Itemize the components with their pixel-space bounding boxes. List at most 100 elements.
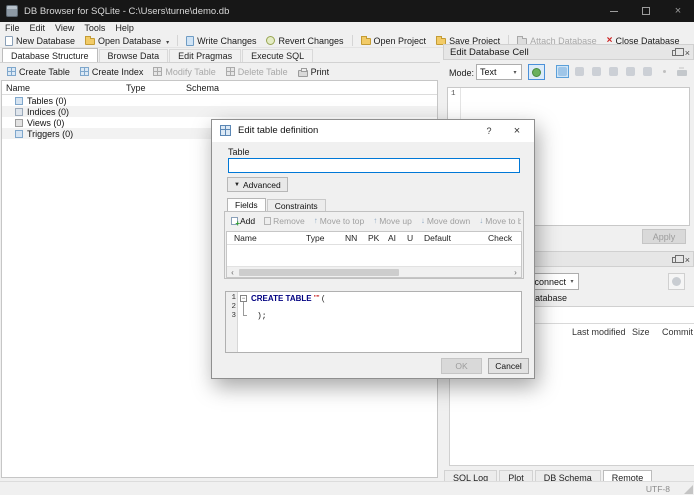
- tree-column-type[interactable]: Type: [126, 83, 146, 93]
- column-pk[interactable]: PK: [368, 233, 379, 243]
- open-database-dropdown-icon[interactable]: ▾: [166, 39, 169, 46]
- new-database-button[interactable]: New Database: [0, 34, 80, 48]
- auto-apply-icon: [532, 67, 541, 77]
- ok-button[interactable]: OK: [441, 358, 482, 374]
- minimize-button[interactable]: [598, 0, 630, 22]
- create-index-button[interactable]: Create Index: [75, 65, 149, 79]
- print-cell-button[interactable]: [675, 65, 688, 78]
- sql-line-1: CREATE TABLE "" (: [251, 294, 325, 303]
- edit-cell-panel-header[interactable]: Edit Database Cell ×: [443, 44, 694, 60]
- modify-table-button[interactable]: Modify Table: [148, 65, 220, 79]
- scrollbar-thumb[interactable]: [239, 269, 399, 276]
- rtl-text-button[interactable]: [573, 65, 586, 78]
- toolbar-separator: [351, 35, 353, 46]
- open-database-icon: [85, 36, 96, 45]
- write-changes-button[interactable]: Write Changes: [181, 34, 261, 48]
- close-panel-icon[interactable]: ×: [685, 255, 690, 265]
- tree-column-schema[interactable]: Schema: [186, 83, 219, 93]
- move-up-button[interactable]: ↑ Move up: [373, 216, 412, 226]
- menu-help[interactable]: Help: [110, 23, 139, 33]
- dialog-title-bar[interactable]: Edit table definition ? ×: [212, 120, 534, 142]
- menu-file[interactable]: File: [0, 23, 25, 33]
- float-panel-icon[interactable]: [671, 255, 684, 263]
- menu-edit[interactable]: Edit: [25, 23, 51, 33]
- mode-select[interactable]: Text ▾: [476, 64, 522, 80]
- column-name[interactable]: Name: [234, 233, 257, 243]
- revert-changes-button[interactable]: Revert Changes: [261, 34, 348, 48]
- import-file-button[interactable]: [590, 65, 603, 78]
- views-icon: [15, 118, 23, 127]
- remove-field-button[interactable]: Remove: [264, 216, 305, 226]
- tab-execute-sql[interactable]: Execute SQL: [242, 49, 314, 62]
- print-button[interactable]: Print: [293, 65, 335, 79]
- create-index-icon: [79, 67, 89, 76]
- column-check[interactable]: Check: [488, 233, 512, 243]
- menu-view[interactable]: View: [50, 23, 79, 33]
- tab-edit-pragmas[interactable]: Edit Pragmas: [169, 49, 242, 62]
- printer-icon: [676, 66, 687, 76]
- create-table-button[interactable]: Create Table: [2, 65, 75, 79]
- auto-apply-toggle[interactable]: [528, 64, 545, 80]
- null-icon: [663, 70, 666, 73]
- scroll-right-icon[interactable]: ›: [510, 267, 521, 277]
- tree-column-name[interactable]: Name: [6, 83, 30, 93]
- delete-table-button[interactable]: Delete Table: [221, 65, 293, 79]
- tree-item-tables[interactable]: Tables (0): [2, 95, 437, 106]
- column-u[interactable]: U: [407, 233, 413, 243]
- table-icon: [220, 125, 231, 136]
- remote-column-commit[interactable]: Commit: [662, 327, 693, 337]
- remove-icon: [264, 216, 272, 225]
- column-default[interactable]: Default: [424, 233, 451, 243]
- maximize-button[interactable]: [630, 0, 662, 22]
- export-file-button[interactable]: [607, 65, 620, 78]
- open-project-icon: [360, 36, 371, 45]
- title-bar[interactable]: DB Browser for SQLite - C:\Users\turne\d…: [0, 0, 694, 22]
- save-cell-button[interactable]: [624, 65, 637, 78]
- close-panel-icon[interactable]: ×: [685, 48, 690, 58]
- sql-preview-editor[interactable]: 1 2 3 − CREATE TABLE "" ( );: [225, 291, 522, 353]
- move-down-button[interactable]: ↓ Move down: [421, 216, 470, 226]
- cell-editor-toolbar: [556, 65, 688, 78]
- structure-toolbar: Create Table Create Index Modify Table D…: [2, 64, 334, 79]
- tab-constraints[interactable]: Constraints: [266, 199, 326, 211]
- close-button[interactable]: ×: [662, 0, 694, 22]
- close-icon: ×: [674, 5, 682, 17]
- reload-remote-button[interactable]: [668, 273, 685, 290]
- move-top-icon: ↑: [313, 216, 318, 225]
- move-to-bottom-button[interactable]: ↓ Move to bottom: [479, 216, 521, 226]
- tree-item-indices[interactable]: Indices (0): [2, 106, 437, 117]
- move-to-top-button[interactable]: ↑ Move to top: [314, 216, 364, 226]
- dialog-help-button[interactable]: ?: [476, 120, 502, 142]
- tab-fields[interactable]: Fields: [227, 198, 266, 212]
- advanced-button[interactable]: ▼ Advanced: [227, 177, 288, 192]
- scroll-left-icon[interactable]: ‹: [227, 267, 238, 277]
- open-database-button[interactable]: Open Database ▾: [80, 34, 174, 48]
- open-project-button[interactable]: Open Project: [356, 34, 432, 48]
- remote-column-size[interactable]: Size: [632, 327, 650, 337]
- remote-column-modified[interactable]: Last modified: [572, 327, 626, 337]
- tab-browse-data[interactable]: Browse Data: [98, 49, 169, 62]
- fullscreen-button[interactable]: [641, 65, 654, 78]
- column-ai[interactable]: AI: [388, 233, 396, 243]
- fold-marker-icon[interactable]: −: [240, 295, 247, 302]
- set-null-button[interactable]: [658, 65, 671, 78]
- triggers-icon: [15, 129, 23, 138]
- column-type[interactable]: Type: [306, 233, 324, 243]
- apply-button[interactable]: Apply: [642, 229, 686, 244]
- fields-table[interactable]: Name Type NN PK AI U Default Check ‹ ›: [226, 231, 522, 278]
- table-name-input[interactable]: [228, 158, 520, 173]
- cancel-button[interactable]: Cancel: [488, 358, 529, 374]
- fold-guide-line: [243, 315, 247, 316]
- minimize-icon: [610, 10, 618, 12]
- menu-tools[interactable]: Tools: [79, 23, 110, 33]
- resize-grip[interactable]: [684, 485, 693, 494]
- tab-database-structure[interactable]: Database Structure: [2, 48, 98, 63]
- column-nn[interactable]: NN: [345, 233, 357, 243]
- add-field-button[interactable]: Add: [231, 216, 255, 227]
- word-wrap-button[interactable]: [556, 65, 569, 78]
- horizontal-scrollbar[interactable]: ‹ ›: [227, 266, 521, 277]
- dialog-close-button[interactable]: ×: [504, 120, 530, 142]
- app-window: DB Browser for SQLite - C:\Users\turne\d…: [0, 0, 694, 495]
- float-panel-icon[interactable]: [671, 48, 684, 56]
- word-wrap-icon: [558, 67, 567, 76]
